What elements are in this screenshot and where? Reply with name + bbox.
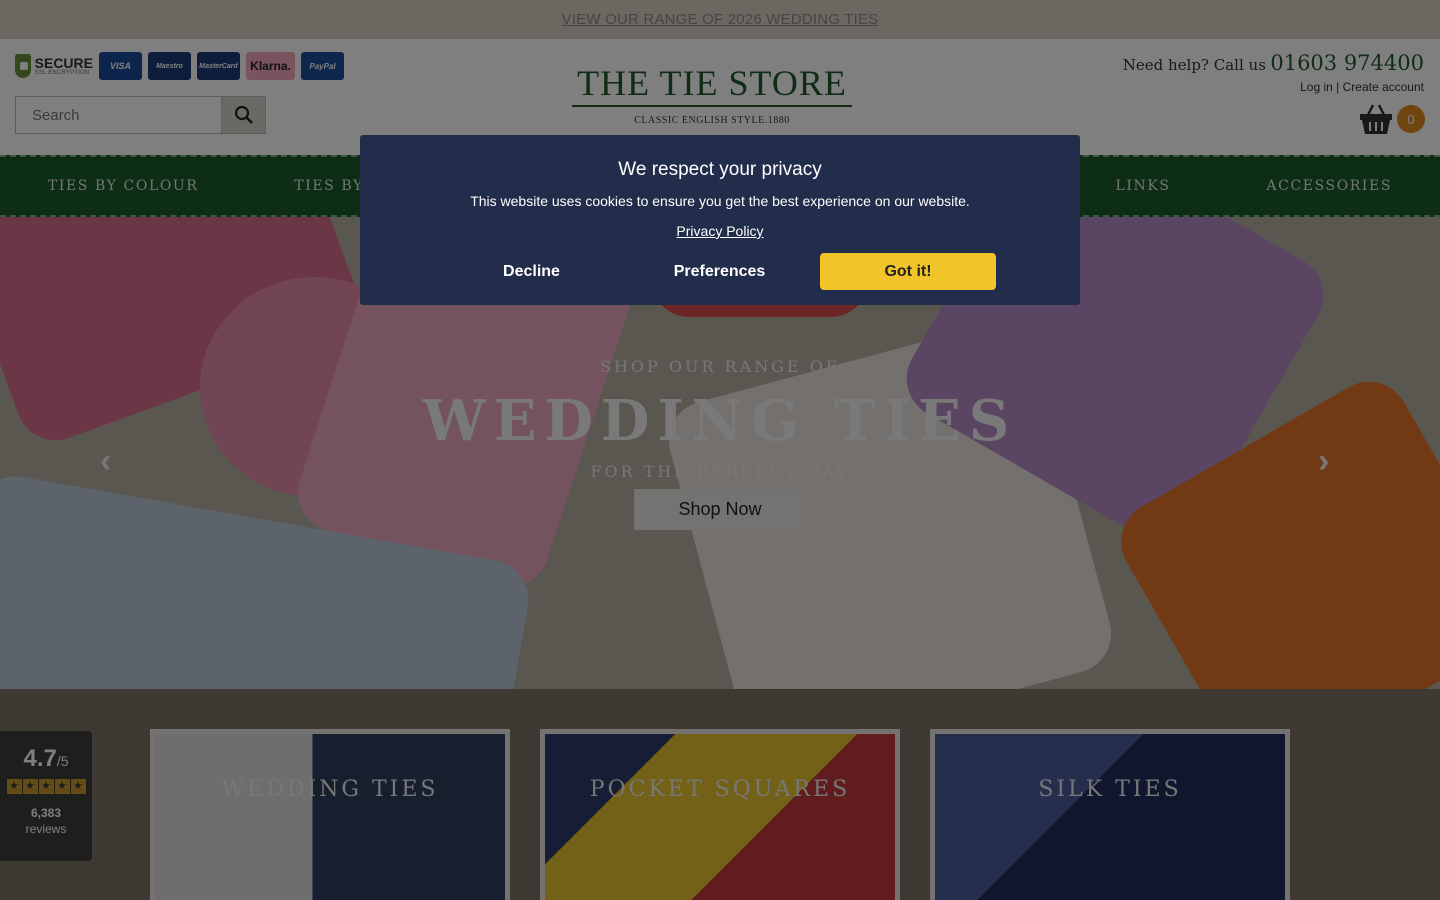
cookie-consent-modal: We respect your privacy This website use…	[360, 135, 1080, 305]
preferences-button[interactable]: Preferences	[632, 253, 807, 290]
accept-cookies-button[interactable]: Got it!	[820, 253, 996, 290]
decline-button[interactable]: Decline	[444, 253, 619, 290]
cookie-title: We respect your privacy	[618, 159, 822, 180]
cookie-actions: Decline Preferences Got it!	[360, 253, 1080, 290]
privacy-policy-link[interactable]: Privacy Policy	[676, 223, 763, 239]
cookie-message: This website uses cookies to ensure you …	[470, 193, 970, 209]
